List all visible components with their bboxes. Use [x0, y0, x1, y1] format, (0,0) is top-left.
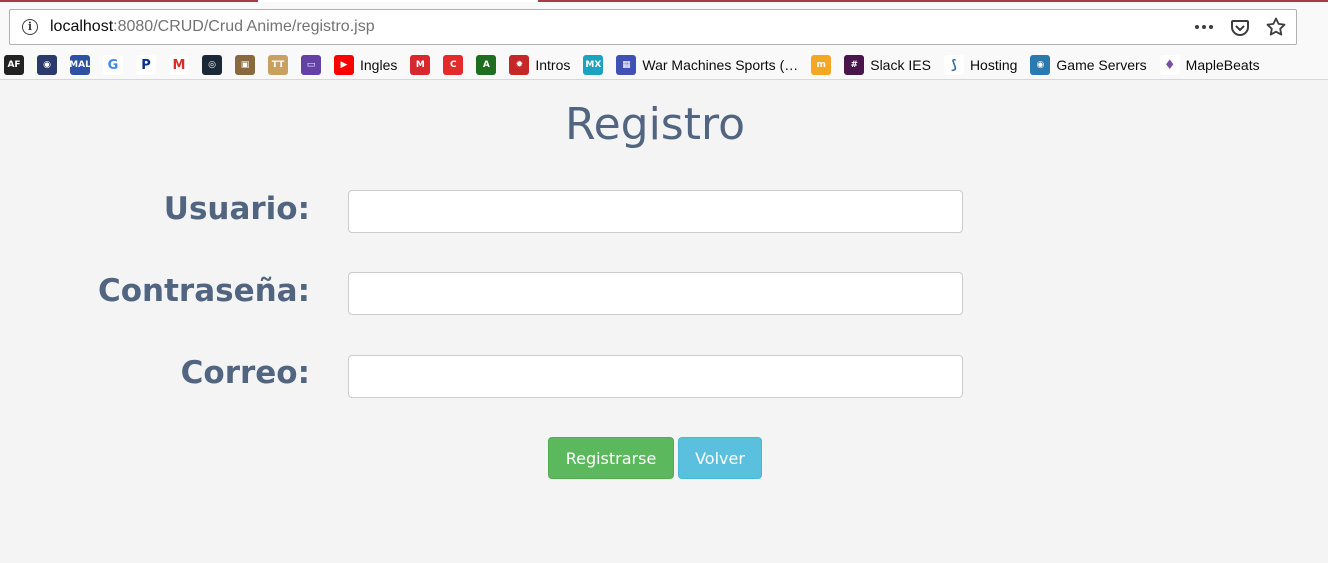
bookmark-item[interactable]: ◉ Game Servers [1030, 54, 1147, 76]
mx-icon: MX [583, 55, 604, 75]
pocket-icon[interactable] [1228, 16, 1252, 38]
bookmark-label: Ingles [360, 57, 398, 73]
register-button[interactable]: Registrarse [548, 437, 674, 479]
red-c-icon: C [443, 55, 464, 75]
window-icon: ▦ [616, 55, 637, 75]
bookmark-item[interactable]: ◉ [37, 54, 57, 76]
android-icon: A [476, 55, 497, 75]
username-label: Usuario: [163, 191, 310, 227]
url-host: localhost [50, 18, 114, 35]
tt-icon: TT [268, 55, 288, 75]
password-input[interactable] [348, 272, 963, 315]
bookmark-item[interactable]: M [410, 54, 431, 76]
page-title: Registro [564, 99, 746, 150]
youtube-icon: ▶ [334, 55, 354, 75]
email-input[interactable] [348, 355, 963, 398]
bookmark-item[interactable]: AF [4, 54, 24, 76]
username-input[interactable] [348, 190, 963, 233]
gmail-icon: M [169, 55, 189, 75]
hosting-icon: ⟆ [943, 55, 964, 75]
bookmark-item[interactable]: ✹ Intros [509, 54, 570, 76]
site-info-icon[interactable]: i [22, 19, 38, 35]
bookmark-label: Intros [535, 57, 571, 73]
paypal-icon: P [136, 55, 156, 75]
bookmark-item[interactable]: C [443, 54, 464, 76]
bookmark-item[interactable]: ▣ [235, 54, 255, 76]
gear-red-icon: ✹ [509, 55, 530, 75]
bookmark-item[interactable]: M [169, 54, 189, 76]
moodle-icon: m [811, 55, 832, 75]
bookmark-label: Game Servers [1056, 57, 1147, 73]
bookmark-item[interactable]: ⟆ Hosting [943, 54, 1018, 76]
bookmark-item[interactable]: m [811, 54, 832, 76]
bookmark-item[interactable]: P [136, 54, 156, 76]
url-actions [1192, 16, 1288, 38]
bookmark-item[interactable]: ▭ [301, 54, 321, 76]
browser-toolbar: i localhost:8080/CRUD/Crud Anime/registr… [0, 2, 1328, 80]
myanimelist-icon: MAL [69, 55, 91, 75]
bookmark-label: Slack IES [870, 57, 931, 73]
bookmark-item[interactable]: # Slack IES [844, 54, 931, 76]
mega-icon: M [410, 55, 431, 75]
anime-site-icon: ◉ [37, 55, 57, 75]
maplebeats-icon: ♦ [1159, 55, 1180, 75]
bookmark-item[interactable]: TT [268, 54, 288, 76]
bookmark-item[interactable]: ◎ [202, 54, 222, 76]
slack-icon: # [844, 55, 865, 75]
url-path: :8080/CRUD/Crud Anime/registro.jsp [113, 18, 375, 35]
bookmark-label: War Machines Sports (… [642, 57, 799, 73]
password-label: Contraseña: [97, 273, 310, 309]
game-servers-icon: ◉ [1030, 55, 1051, 75]
bookmark-item[interactable]: G [103, 54, 123, 76]
bookmark-item[interactable]: ▶ Ingles [334, 54, 397, 76]
google-icon: G [103, 55, 123, 75]
package-icon: ▣ [235, 55, 255, 75]
bookmark-star-icon[interactable] [1264, 16, 1288, 38]
bookmark-item[interactable]: MAL [69, 54, 91, 76]
bookmark-label: Hosting [969, 57, 1018, 73]
registration-page: Registro Usuario: Contraseña: Correo: Re… [0, 81, 1328, 563]
back-button[interactable]: Volver [678, 437, 762, 479]
bookmark-item[interactable]: ▦ War Machines Sports (… [616, 54, 798, 76]
address-bar[interactable]: i localhost:8080/CRUD/Crud Anime/registr… [9, 9, 1297, 45]
bookmark-item[interactable]: MX [583, 54, 604, 76]
url-text[interactable]: localhost:8080/CRUD/Crud Anime/registro.… [50, 18, 375, 36]
twitch-icon: ▭ [301, 55, 321, 75]
more-icon[interactable] [1192, 16, 1216, 38]
bookmarks-toolbar: AF ◉ MAL G P M ◎ ▣ TT ▭ ▶ Ingles M C A ✹ Intros MX ▦ War Ma… [0, 52, 1328, 78]
bookmark-item[interactable]: A [476, 54, 497, 76]
bookmark-label: MapleBeats [1185, 57, 1260, 73]
bookmark-item[interactable]: ♦ MapleBeats [1159, 54, 1260, 76]
email-label: Correo: [180, 355, 310, 391]
animeflv-icon: AF [4, 55, 24, 75]
steam-icon: ◎ [202, 55, 222, 75]
